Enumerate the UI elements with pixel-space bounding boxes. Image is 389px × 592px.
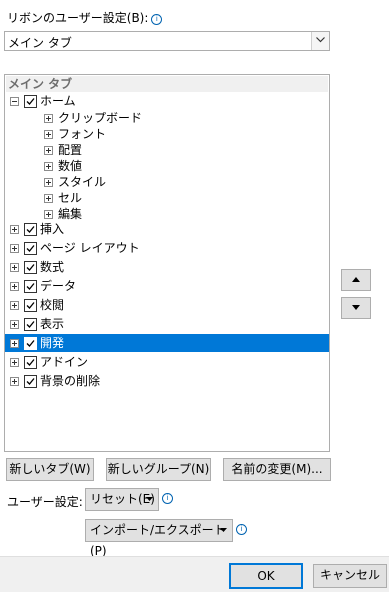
tree-item-label: 校閲 <box>40 298 65 312</box>
checkbox-checked-icon[interactable] <box>24 299 37 312</box>
tree-item-tab[interactable]: 背景の削除 <box>5 372 329 390</box>
ribbon-tree[interactable]: メイン タブ ホーム クリップボード フォント 配置 数値 スタイル セル 編集 挿入 ページ… <box>4 74 330 452</box>
tree-group-label: 数値 <box>58 159 83 173</box>
expand-icon[interactable] <box>44 146 53 155</box>
expand-icon[interactable] <box>10 358 19 367</box>
expand-icon[interactable] <box>10 377 19 386</box>
tree-group-item[interactable]: 数値 <box>5 158 329 174</box>
expand-icon[interactable] <box>10 320 19 329</box>
checkbox-checked-icon[interactable] <box>24 223 37 236</box>
expand-icon[interactable] <box>44 130 53 139</box>
chevron-down-icon[interactable] <box>311 32 329 50</box>
triangle-down-icon <box>352 305 360 310</box>
new-group-button[interactable]: 新しいグループ(N) <box>106 458 211 481</box>
triangle-down-icon <box>146 497 153 501</box>
tree-group-label: 配置 <box>58 143 83 157</box>
tree-group-item[interactable]: クリップボード <box>5 110 329 126</box>
tree-group-item[interactable]: セル <box>5 190 329 206</box>
expand-icon[interactable] <box>44 194 53 203</box>
tree-item-tab[interactable]: アドイン <box>5 353 329 371</box>
tree-group-label: スタイル <box>58 175 107 189</box>
expand-icon[interactable] <box>44 162 53 171</box>
move-up-button[interactable] <box>341 269 371 291</box>
ribbon-tab-select[interactable]: メイン タブ <box>4 31 330 51</box>
checkbox-checked-icon[interactable] <box>24 95 37 108</box>
reset-button[interactable]: リセット(E) <box>85 488 159 511</box>
cancel-button[interactable]: キャンセル <box>313 564 387 588</box>
tree-item-label: ページ レイアウト <box>40 241 140 255</box>
tree-item-label: 表示 <box>40 317 65 331</box>
info-icon[interactable]: i <box>236 524 247 535</box>
ribbon-tab-select-value: メイン タブ <box>8 36 72 50</box>
tree-group-item[interactable]: 配置 <box>5 142 329 158</box>
ribbon-customize-label-text: リボンのユーザー設定(B): <box>7 11 149 25</box>
tree-group-label: セル <box>58 191 83 205</box>
rename-button[interactable]: 名前の変更(M)... <box>223 458 331 481</box>
expand-icon[interactable] <box>10 263 19 272</box>
tree-group-label: フォント <box>58 127 107 141</box>
tree-item-home[interactable]: ホーム <box>5 92 329 110</box>
tree-group-item[interactable]: スタイル <box>5 174 329 190</box>
checkbox-checked-icon[interactable] <box>24 261 37 274</box>
expand-icon[interactable] <box>10 282 19 291</box>
tree-item-tab[interactable]: 表示 <box>5 315 329 333</box>
tree-item-label: 挿入 <box>40 222 65 236</box>
ok-button[interactable]: OK <box>229 563 303 589</box>
checkbox-checked-icon[interactable] <box>24 375 37 388</box>
tree-group-label: クリップボード <box>58 111 143 125</box>
info-icon[interactable]: i <box>151 14 163 25</box>
tree-item-tab[interactable]: ページ レイアウト <box>5 239 329 257</box>
tree-item-tab[interactable]: 開発 <box>5 334 329 352</box>
checkbox-checked-icon[interactable] <box>24 280 37 293</box>
triangle-down-icon <box>220 528 227 532</box>
tree-item-tab[interactable]: 挿入 <box>5 220 329 238</box>
tree-item-label: アドイン <box>40 355 89 369</box>
customizations-label: ユーザー設定: <box>7 495 83 509</box>
import-export-button[interactable]: インポート/エクスポート(P) <box>85 519 233 558</box>
expand-icon[interactable] <box>10 244 19 253</box>
move-down-button[interactable] <box>341 297 371 319</box>
expand-icon[interactable] <box>10 339 19 348</box>
tree-item-tab[interactable]: 数式 <box>5 258 329 276</box>
checkbox-checked-icon[interactable] <box>24 356 37 369</box>
tree-item-label: データ <box>40 279 77 293</box>
expand-icon[interactable] <box>44 178 53 187</box>
checkbox-checked-icon[interactable] <box>24 337 37 350</box>
tree-item-label: 背景の削除 <box>40 374 101 388</box>
checkbox-checked-icon[interactable] <box>24 318 37 331</box>
expand-icon[interactable] <box>44 114 53 123</box>
new-tab-button[interactable]: 新しいタブ(W) <box>6 458 94 481</box>
tree-item-label: 開発 <box>40 336 65 350</box>
ribbon-customize-label: リボンのユーザー設定(B): i <box>7 9 163 26</box>
tree-item-label: ホーム <box>40 94 76 108</box>
expand-icon[interactable] <box>10 225 19 234</box>
expand-icon[interactable] <box>10 301 19 310</box>
tree-header: メイン タブ <box>6 76 328 92</box>
info-icon[interactable]: i <box>162 493 173 504</box>
expand-icon[interactable] <box>44 210 53 219</box>
triangle-up-icon <box>352 277 360 282</box>
tree-item-label: 数式 <box>40 260 65 274</box>
tree-item-tab[interactable]: 校閲 <box>5 296 329 314</box>
collapse-icon[interactable] <box>10 97 19 106</box>
tree-item-tab[interactable]: データ <box>5 277 329 295</box>
tree-group-item[interactable]: フォント <box>5 126 329 142</box>
checkbox-checked-icon[interactable] <box>24 242 37 255</box>
